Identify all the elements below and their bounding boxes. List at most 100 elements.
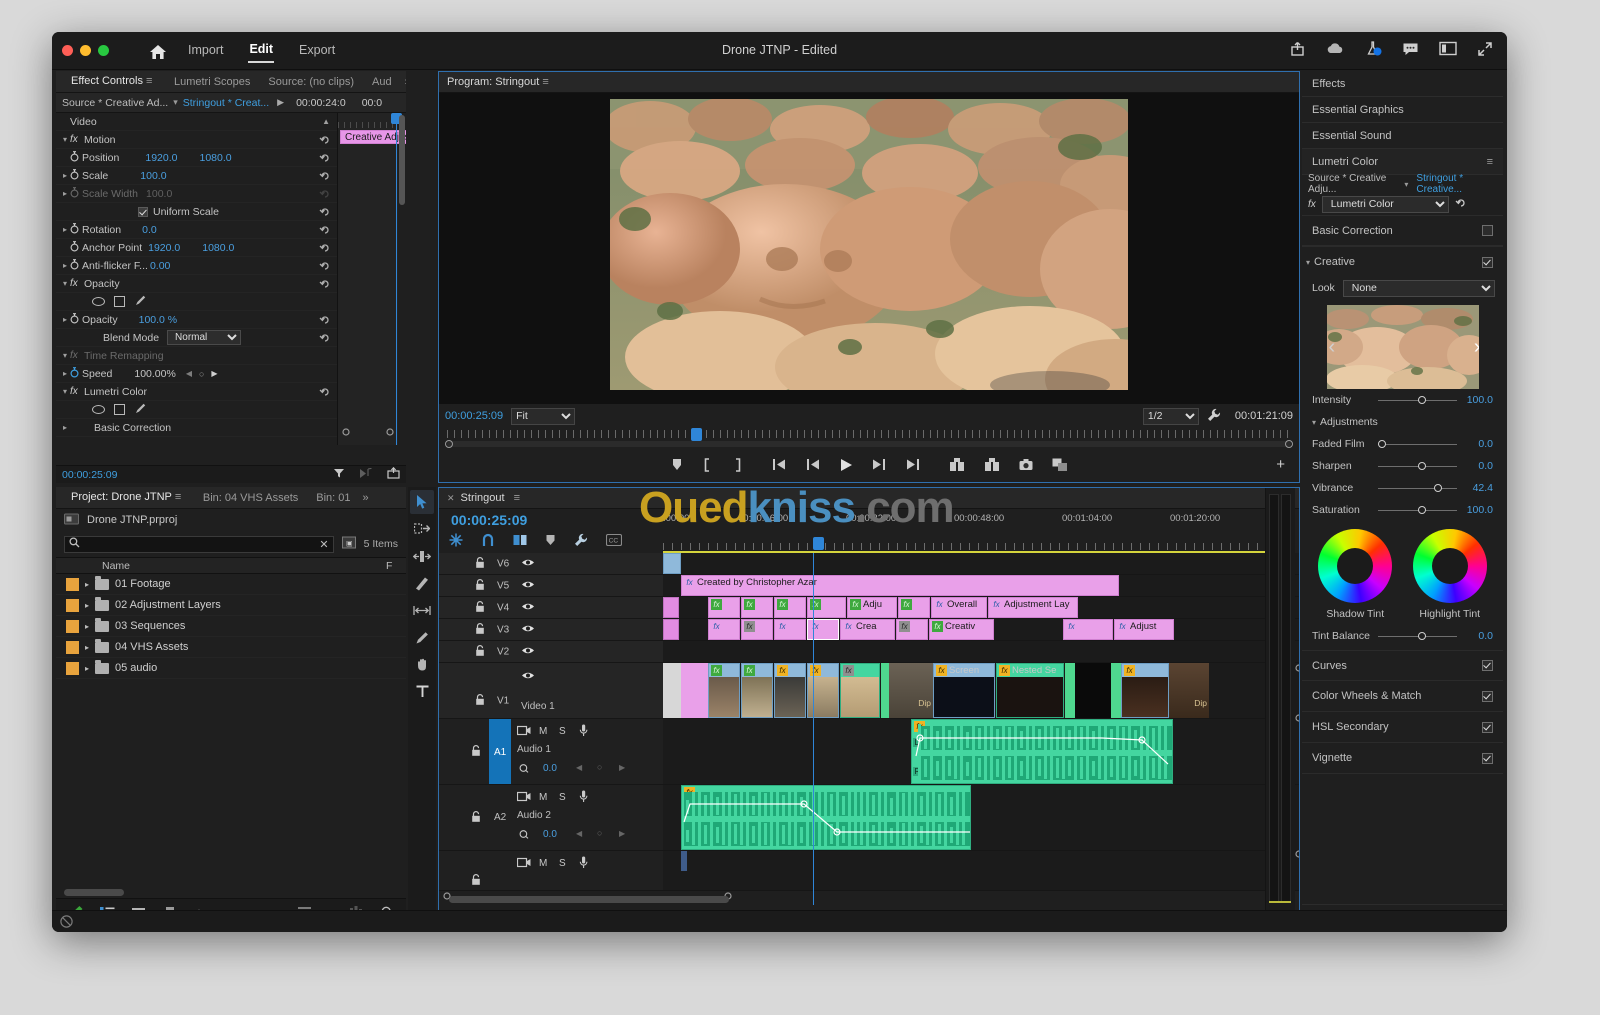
panel-menu-icon[interactable]: ≡ [542,76,552,88]
ec-footer-timecode[interactable]: 00:00:25:09 [62,469,117,481]
fx-time-remapping[interactable]: ▾ fx Time Remapping [56,347,337,365]
sharpen-track[interactable] [1378,461,1457,471]
clip[interactable]: Dip [889,663,933,718]
hsl-secondary-checkbox[interactable] [1482,722,1493,733]
ellipse-mask-icon[interactable] [92,297,105,306]
clip[interactable]: fx [708,619,740,640]
vibrance-track[interactable] [1378,483,1457,493]
clip[interactable]: fx [708,597,740,618]
clip-selected[interactable]: fx [807,619,839,640]
faded-film-track[interactable] [1378,439,1457,449]
tint-balance-track[interactable] [1378,631,1457,641]
tab-bin-vhs-assets[interactable]: Bin: 04 VHS Assets [194,487,307,509]
tab-lumetri-scopes[interactable]: Lumetri Scopes [165,71,259,93]
list-item[interactable]: ▸ 02 Adjustment Layers [56,595,406,616]
group-video[interactable]: Video ▲ [56,113,337,131]
disclosure-icon[interactable]: ▸ [60,423,70,432]
track-header-v1[interactable]: V1 Video 1 [439,663,663,719]
clip[interactable]: fx [774,663,806,718]
clip[interactable] [663,597,679,618]
clip[interactable]: fxOverall [931,597,987,618]
reset-icon[interactable] [1455,197,1467,212]
tab-source-monitor[interactable]: Source: (no clips) [259,71,363,93]
disclosure-icon[interactable]: ▸ [60,225,70,234]
panel-effects[interactable]: Effects [1302,71,1503,97]
disclosure-icon[interactable]: ▸ [60,189,70,198]
play-audio-icon[interactable] [359,468,373,482]
add-keyframe-icon[interactable]: ○ [597,828,602,838]
clip[interactable]: fx [840,663,880,718]
param-anti-flicker[interactable]: ▸ Anti-flicker F... 0.00 [56,257,337,275]
section-basic-correction[interactable]: Basic Correction [1302,215,1503,246]
export-frame-icon[interactable] [1019,458,1033,474]
pen-mask-icon[interactable] [134,294,147,310]
track-v4-clips[interactable]: fx fx fx fx fxAdju fx fxOverall fxAdjust… [663,597,1299,619]
rotation-value[interactable]: 0.0 [142,224,157,236]
tint-wheels[interactable]: Shadow Tint Highlight Tint [1302,521,1503,620]
vibrance-knob[interactable] [1434,484,1442,492]
collapse-caret-icon[interactable]: ▲ [322,117,330,126]
fx-lumetri-color[interactable]: ▾ fx Lumetri Color [56,383,337,401]
blend-mode-select[interactable]: NormalDissolveMultiplyScreenOverlay [167,330,241,345]
faded-film-value[interactable]: 0.0 [1461,438,1493,450]
tint-balance-knob[interactable] [1418,632,1426,640]
clip[interactable]: fxScreen [933,663,995,718]
a2-scroll-knob[interactable] [1295,849,1299,861]
stopwatch-icon[interactable] [70,259,82,273]
zoom-level-select[interactable]: Fit10%25%50%75%100%150%200% [511,408,575,425]
anti-flicker-value[interactable]: 0.00 [150,260,170,272]
param-blend-mode[interactable]: Blend Mode NormalDissolveMultiplyScreenO… [56,329,337,347]
anchor-y-value[interactable]: 1080.0 [202,242,234,254]
clip[interactable]: fx [708,663,740,718]
fullscreen-icon[interactable] [1477,41,1493,57]
scale-value[interactable]: 100.0 [140,170,166,182]
filter-bin-icon[interactable]: ▣ [342,536,356,552]
timeline-tabbar[interactable]: ✕ Stringout ≡ [439,488,1299,509]
effect-controls-tabbar[interactable]: Effect Controls≡ Lumetri Scopes Source: … [56,71,406,93]
lock-icon[interactable] [471,745,481,760]
button-editor-icon[interactable]: + [1276,456,1285,473]
go-to-in-icon[interactable] [772,458,787,474]
clip[interactable]: fxCrea [840,619,895,640]
sharpen-knob[interactable] [1418,462,1426,470]
sequence-clip-label[interactable]: Stringout * Creat... [183,97,269,109]
eye-icon[interactable] [521,601,535,614]
clip[interactable]: fxNested Se [996,663,1064,718]
clip[interactable]: fx [774,619,806,640]
clip[interactable]: fxAdjustment Lay [988,597,1078,618]
slider-vibrance[interactable]: Vibrance 42.4 [1302,477,1503,499]
add-keyframe-icon[interactable]: ○ [199,369,204,379]
anchor-x-value[interactable]: 1920.0 [148,242,180,254]
lock-icon[interactable] [471,811,481,826]
program-scrub-track[interactable] [447,441,1291,447]
panel-menu-icon[interactable]: ≡ [1487,156,1493,168]
param-basic-correction[interactable]: ▸ Basic Correction [56,419,337,437]
vignette-checkbox[interactable] [1482,753,1493,764]
track-header-v2[interactable]: V2 [439,641,663,663]
track-v1-clips[interactable]: fx fx fx fx fx [663,663,1299,719]
effect-controls-mini-timeline[interactable]: Creative Adjustment Lay [337,113,398,445]
faded-film-knob[interactable] [1378,440,1386,448]
saturation-knob[interactable] [1418,506,1426,514]
clip[interactable]: fxCreativ [929,619,994,640]
color-wheel-icon[interactable] [1413,529,1487,603]
disclosure-icon[interactable]: ▸ [60,315,70,324]
opacity-mask-tools[interactable] [56,293,337,311]
clip[interactable] [1075,663,1111,718]
reset-icon[interactable] [319,134,331,146]
audio-clip[interactable]: fx L R [681,785,971,850]
clip[interactable] [663,553,681,574]
source-clip-label[interactable]: Source * Creative Ad... [56,97,168,109]
stopwatch-icon[interactable] [70,151,82,165]
track-a3-clips[interactable] [663,851,1299,891]
track-header-a1[interactable]: A1 M S Audio 1 0.0 ◀ ○ ▶ [439,719,663,785]
list-item[interactable]: ▸ 05 audio [56,658,406,679]
highlight-tint-wheel[interactable]: Highlight Tint [1413,529,1487,620]
clip[interactable]: fx [1121,663,1169,718]
close-icon[interactable]: ✕ [447,493,455,504]
track-v6-clips[interactable] [663,553,1299,575]
reset-icon[interactable] [319,224,331,236]
go-to-out-icon[interactable] [905,458,920,474]
track-name[interactable]: Video 1 [521,701,555,712]
intensity-value[interactable]: 100.0 [1461,394,1493,406]
